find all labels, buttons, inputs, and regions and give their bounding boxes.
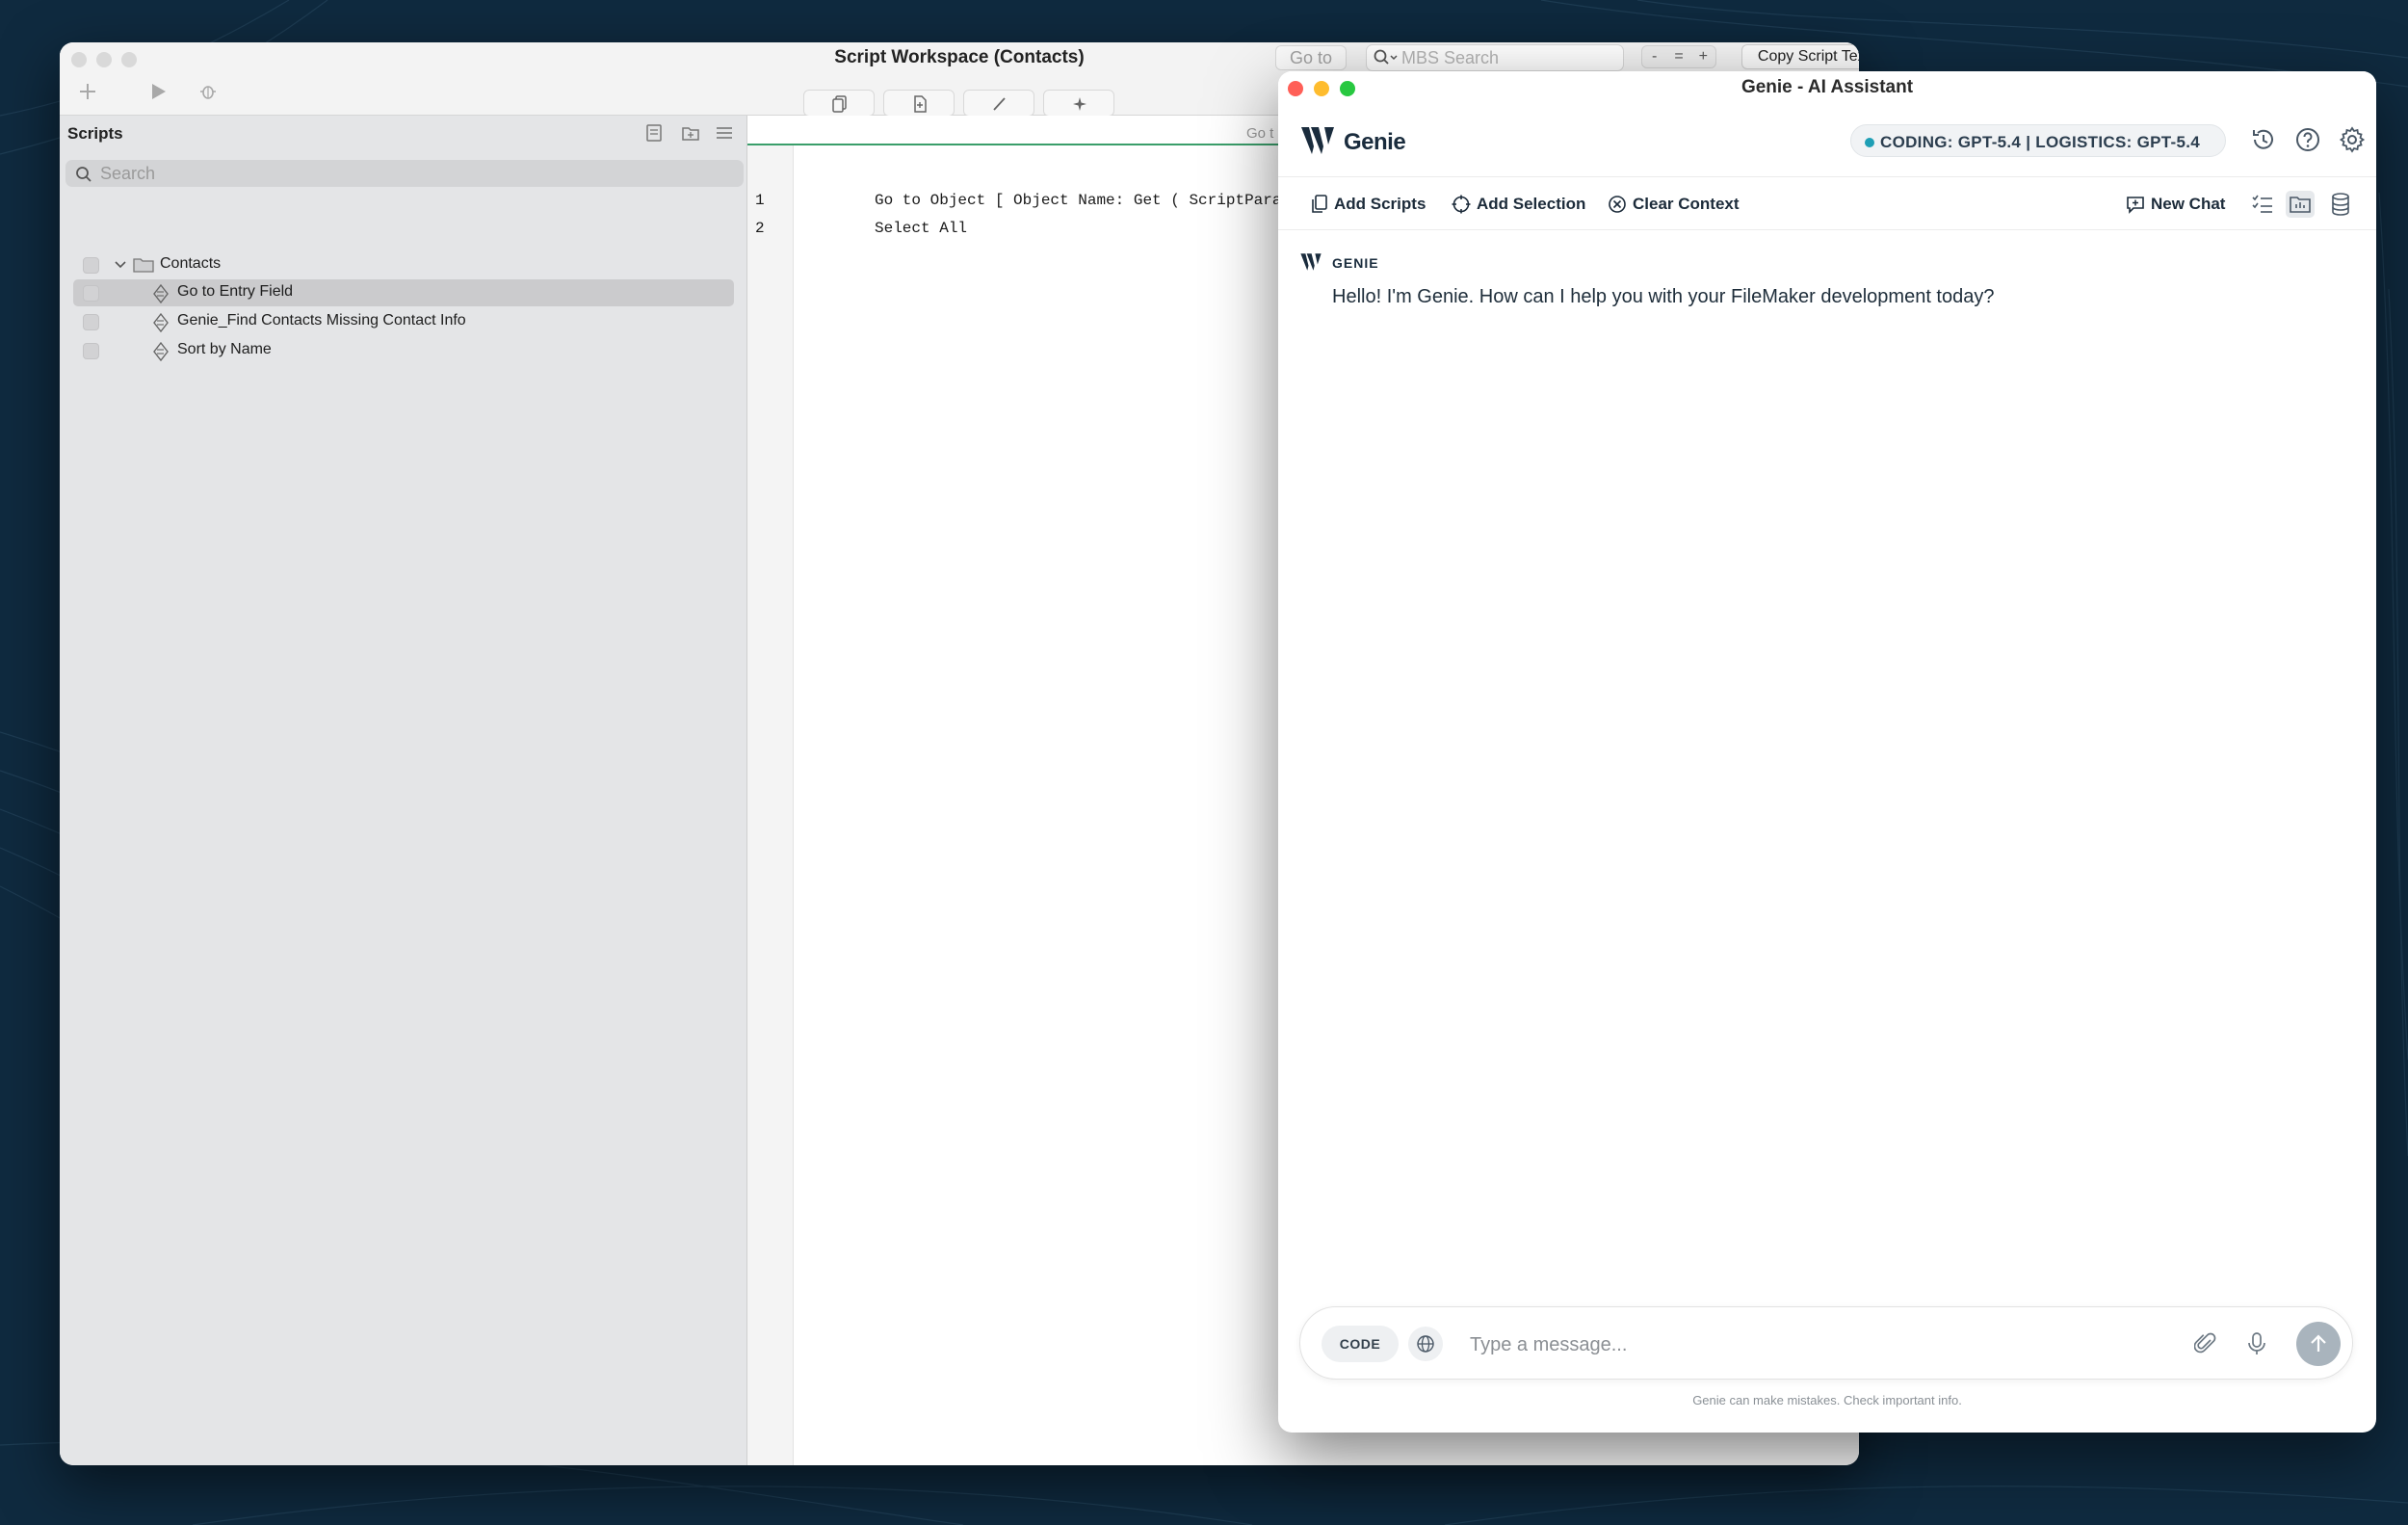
genie-titlebar: Genie - AI Assistant xyxy=(1278,71,2376,106)
add-selection-button[interactable]: Add Selection xyxy=(1452,193,1585,216)
genie-header: Genie CODING: GPT-5.4 | LOGISTICS: GPT-5… xyxy=(1278,106,2376,177)
disclaimer: Genie can make mistakes. Check important… xyxy=(1692,1393,1962,1407)
line-number: 2 xyxy=(755,220,765,237)
zoom-out-button[interactable]: - xyxy=(1642,46,1666,67)
script-step[interactable]: Select All xyxy=(875,220,967,237)
clear-circle-icon xyxy=(1609,196,1626,213)
chevron-down-icon[interactable] xyxy=(114,260,127,270)
message-author: GENIE xyxy=(1332,255,1379,271)
scripts-sidebar: Scripts Search Contacts Go to Entry Fiel… xyxy=(60,116,747,1465)
copy-script-text-button[interactable]: Copy Script Text xyxy=(1741,44,1859,69)
row-checkbox[interactable] xyxy=(83,343,99,359)
zoom-controls: - = + xyxy=(1641,45,1716,68)
new-chat-button[interactable]: New Chat xyxy=(2126,193,2225,216)
goto-hint: Go t xyxy=(1246,125,1274,142)
copy-icon xyxy=(832,95,847,113)
settings-gear-icon[interactable] xyxy=(2338,125,2367,154)
ai-assist-button[interactable] xyxy=(1043,90,1114,117)
script-icon xyxy=(153,342,169,361)
folder-label: Contacts xyxy=(160,255,222,272)
edit-step-button[interactable] xyxy=(963,90,1034,117)
genie-toolbar: Add Scripts Add Selection Clear Context xyxy=(1278,177,2376,230)
run-script-icon[interactable] xyxy=(148,82,168,101)
script-row[interactable]: Genie_Find Contacts Missing Contact Info xyxy=(73,308,734,335)
status-dot xyxy=(1865,138,1874,147)
message-text: Hello! I'm Genie. How can I help you wit… xyxy=(1332,286,1995,307)
folder-row-contacts[interactable]: Contacts xyxy=(73,251,734,278)
chat-area: GENIE Hello! I'm Genie. How can I help y… xyxy=(1278,231,2376,1279)
new-chat-icon xyxy=(2127,197,2144,214)
genie-window-title: Genie - AI Assistant xyxy=(1741,77,1914,97)
add-scripts-button[interactable]: Add Scripts xyxy=(1311,193,1426,216)
crosshair-icon xyxy=(1452,195,1471,214)
genie-avatar-icon xyxy=(1300,253,1322,271)
microphone-icon[interactable] xyxy=(2246,1331,2267,1356)
script-name: Sort by Name xyxy=(177,341,272,357)
folder-chart-icon[interactable] xyxy=(2286,191,2315,218)
zoom-reset-button[interactable]: = xyxy=(1666,46,1690,67)
scripts-search-field[interactable] xyxy=(65,160,744,187)
globe-icon xyxy=(1417,1335,1434,1353)
history-icon[interactable] xyxy=(2249,125,2278,154)
script-row[interactable]: Sort by Name xyxy=(73,337,734,364)
new-chat-label: New Chat xyxy=(2151,195,2226,213)
genie-window: Genie - AI Assistant Genie CODING: GPT-5… xyxy=(1278,71,2376,1433)
model-badge-label: CODING: GPT-5.4 | LOGISTICS: GPT-5.4 xyxy=(1880,133,2200,151)
new-folder-icon[interactable] xyxy=(681,123,700,143)
debug-icon[interactable] xyxy=(198,82,218,101)
script-name: Genie_Find Contacts Missing Contact Info xyxy=(177,312,466,329)
message-composer: CODE xyxy=(1299,1306,2353,1380)
send-button[interactable] xyxy=(2296,1322,2341,1366)
web-search-toggle[interactable] xyxy=(1408,1327,1443,1361)
sidebar-title: Scripts xyxy=(67,124,123,143)
duplicate-step-button[interactable] xyxy=(803,90,875,117)
mbs-search-input[interactable] xyxy=(1401,47,1613,68)
help-icon[interactable] xyxy=(2293,125,2322,154)
script-row[interactable]: Go to Entry Field xyxy=(73,279,734,306)
genie-brand: Genie xyxy=(1344,129,1406,155)
row-checkbox[interactable] xyxy=(83,257,99,274)
pencil-icon xyxy=(993,97,1006,111)
list-options-icon[interactable] xyxy=(715,123,734,143)
line-number-gutter xyxy=(747,145,794,1465)
script-name: Go to Entry Field xyxy=(177,283,294,300)
script-view-icon[interactable] xyxy=(645,123,663,143)
genie-logo-icon xyxy=(1301,127,1334,154)
zoom-in-button[interactable]: + xyxy=(1691,46,1715,67)
model-badge[interactable]: CODING: GPT-5.4 | LOGISTICS: GPT-5.4 xyxy=(1850,124,2226,157)
script-icon xyxy=(153,313,169,332)
scripts-search-input[interactable] xyxy=(100,163,717,184)
goto-button[interactable]: Go to xyxy=(1275,45,1347,70)
database-icon[interactable] xyxy=(2328,191,2353,218)
search-icon xyxy=(1374,49,1398,65)
message-input[interactable] xyxy=(1470,1330,2125,1359)
script-icon xyxy=(153,284,169,303)
arrow-up-icon xyxy=(2311,1334,2326,1352)
mbs-search-field[interactable] xyxy=(1366,44,1624,71)
sparkle-icon xyxy=(1073,97,1086,111)
clear-context-button[interactable]: Clear Context xyxy=(1608,193,1740,216)
row-checkbox[interactable] xyxy=(83,314,99,330)
checklist-icon[interactable] xyxy=(2249,191,2276,218)
new-step-button[interactable] xyxy=(883,90,955,117)
add-icon[interactable] xyxy=(77,81,98,102)
line-number: 1 xyxy=(755,192,765,209)
add-scripts-label: Add Scripts xyxy=(1334,195,1426,213)
search-icon xyxy=(76,167,92,182)
add-selection-label: Add Selection xyxy=(1477,195,1586,213)
clear-context-label: Clear Context xyxy=(1633,195,1740,213)
document-icon xyxy=(914,95,927,113)
folder-icon xyxy=(133,258,154,273)
copy-icon xyxy=(1312,195,1327,213)
row-checkbox[interactable] xyxy=(83,285,99,302)
code-mode-toggle[interactable]: CODE xyxy=(1322,1326,1399,1362)
paperclip-icon[interactable] xyxy=(2194,1331,2217,1356)
